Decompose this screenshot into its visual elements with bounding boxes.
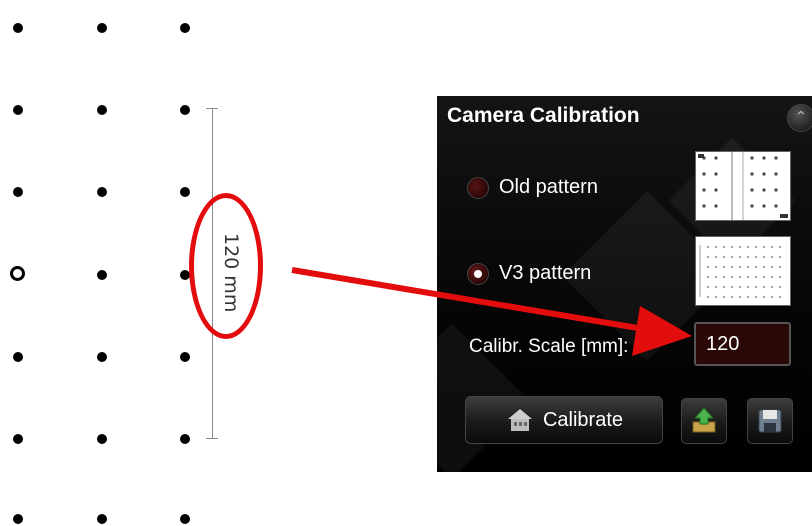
v3-pattern-label: V3 pattern xyxy=(499,262,592,284)
pattern-dot xyxy=(97,352,107,362)
pattern-dot xyxy=(97,23,107,33)
calibration-scale-label: Calibr. Scale [mm]: xyxy=(469,336,629,357)
camera-calibration-panel: Camera Calibration ⌃ Old pattern V3 patt… xyxy=(437,96,812,472)
old-pattern-radio[interactable] xyxy=(467,176,489,199)
scale-bar-bottom-tick xyxy=(206,438,218,439)
old-pattern-label: Old pattern xyxy=(499,176,598,198)
pattern-dot xyxy=(13,105,23,115)
pattern-dot xyxy=(13,434,23,444)
pattern-dot xyxy=(13,187,23,197)
pattern-origin-dot xyxy=(10,266,25,281)
panel-title: Camera Calibration xyxy=(447,104,640,127)
pattern-dot xyxy=(97,270,107,280)
collapse-button[interactable]: ⌃ xyxy=(787,104,812,132)
save-calibration-button[interactable] xyxy=(747,398,793,444)
pattern-dot xyxy=(13,23,23,33)
building-icon xyxy=(507,409,532,431)
load-calibration-button[interactable] xyxy=(681,398,727,444)
pattern-dot xyxy=(13,352,23,362)
upload-icon xyxy=(692,407,716,433)
old-pattern-preview-icon xyxy=(696,152,790,220)
floppy-disk-icon xyxy=(758,409,782,433)
v3-pattern-option[interactable]: V3 pattern xyxy=(467,262,591,285)
radio-selected-dot xyxy=(474,269,482,278)
pattern-dot xyxy=(180,187,190,197)
pattern-dot xyxy=(97,105,107,115)
calibrate-button[interactable]: Calibrate xyxy=(465,396,663,444)
pattern-dot xyxy=(180,434,190,444)
calibration-scale-input[interactable] xyxy=(694,322,791,366)
pattern-dot xyxy=(180,23,190,33)
chevron-up-icon: ⌃ xyxy=(795,109,807,125)
pattern-dot xyxy=(97,187,107,197)
pattern-dot xyxy=(180,352,190,362)
v3-pattern-preview-icon xyxy=(696,237,790,305)
old-pattern-thumbnail xyxy=(695,151,791,221)
v3-pattern-radio[interactable] xyxy=(467,262,489,285)
pattern-dot xyxy=(13,514,23,524)
highlight-ellipse xyxy=(189,193,263,339)
pattern-dot xyxy=(180,514,190,524)
scale-bar-top-tick xyxy=(206,108,218,109)
calibrate-button-label: Calibrate xyxy=(542,408,624,431)
v3-pattern-thumbnail xyxy=(695,236,791,306)
calibration-pattern: 120 mm xyxy=(0,0,300,526)
pattern-dot xyxy=(180,105,190,115)
pattern-dot xyxy=(97,514,107,524)
old-pattern-option[interactable]: Old pattern xyxy=(467,176,598,199)
pattern-dot xyxy=(97,434,107,444)
